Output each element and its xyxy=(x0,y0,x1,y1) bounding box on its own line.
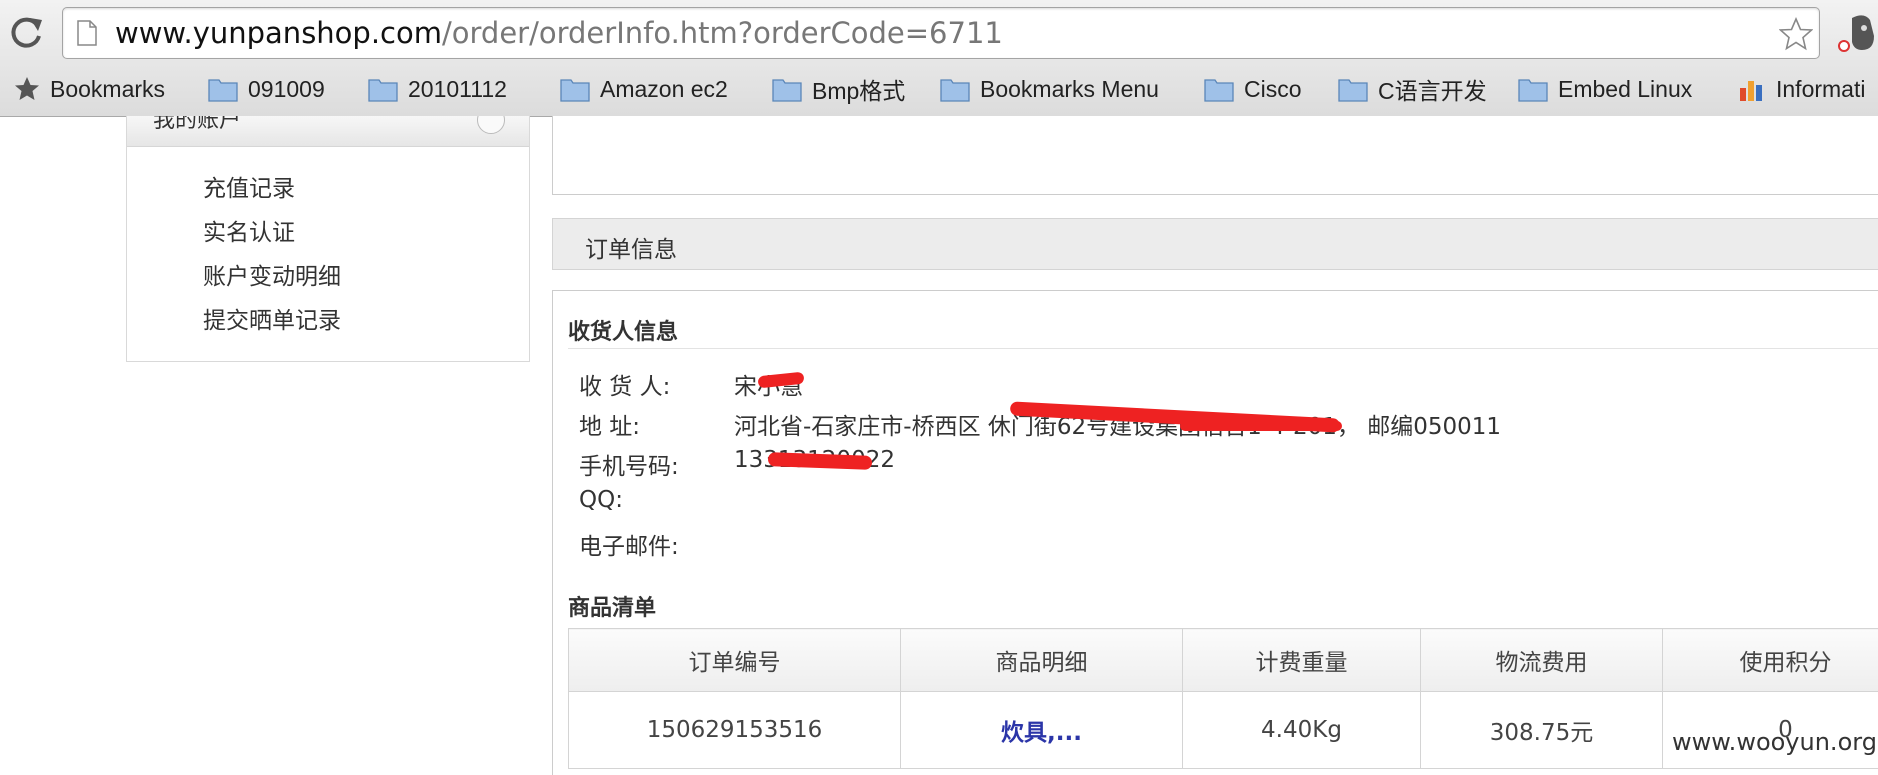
bookmark-folder-bmp[interactable]: Bmp格式 xyxy=(772,72,905,106)
sidebar-title: 我的账户 xyxy=(153,116,241,134)
sidebar-link-share-records[interactable]: 提交晒单记录 xyxy=(203,301,341,335)
folder-icon xyxy=(368,76,398,102)
bookmark-folder-bookmarks-menu[interactable]: Bookmarks Menu xyxy=(940,72,1159,106)
previous-section-box xyxy=(552,116,1878,195)
folder-icon xyxy=(208,76,238,102)
address-bar[interactable]: www.yunpanshop.com/order/orderInfo.htm?o… xyxy=(62,7,1820,59)
bookmark-folder-091009[interactable]: 091009 xyxy=(208,72,325,106)
order-number-cell: 150629153516 xyxy=(569,692,901,769)
bookmark-information[interactable]: Informati xyxy=(1738,72,1865,106)
table-header-row: 订单编号 商品明细 计费重量 物流费用 使用积分 xyxy=(569,629,1878,692)
folder-icon xyxy=(560,76,590,102)
weight-cell: 4.40Kg xyxy=(1183,692,1421,769)
bookmark-folder-c-dev[interactable]: C语言开发 xyxy=(1338,72,1487,106)
browser-toolbar: www.yunpanshop.com/order/orderInfo.htm?o… xyxy=(0,0,1878,117)
shipping-fee-cell: 308.75元 xyxy=(1421,692,1663,769)
bookmark-folder-cisco[interactable]: Cisco xyxy=(1204,72,1302,106)
recipient-name-label: 收 货 人: xyxy=(579,367,670,401)
email-label: 电子邮件: xyxy=(579,527,679,561)
collapse-icon[interactable] xyxy=(477,116,505,134)
folder-icon xyxy=(1338,76,1368,102)
bookmarks-bar: Bookmarks 091009 20101112 Amazon ec2 Bmp… xyxy=(0,68,1878,110)
folder-icon xyxy=(772,76,802,102)
recipient-heading: 收货人信息 xyxy=(568,314,678,346)
bookmark-star-icon[interactable] xyxy=(1779,17,1813,51)
bookmark-bookmarks[interactable]: Bookmarks xyxy=(14,72,165,106)
chart-icon xyxy=(1738,76,1766,102)
url-text[interactable]: www.yunpanshop.com/order/orderInfo.htm?o… xyxy=(115,16,1003,50)
reload-icon[interactable] xyxy=(6,12,46,52)
bookmark-folder-20101112[interactable]: 20101112 xyxy=(368,72,507,106)
folder-icon xyxy=(1204,76,1234,102)
account-sidebar: 我的账户 充值记录 实名认证 账户变动明细 提交晒单记录 xyxy=(126,116,530,362)
col-goods-detail: 商品明细 xyxy=(901,629,1183,692)
goods-heading: 商品清单 xyxy=(568,590,656,622)
sidebar-link-recharge[interactable]: 充值记录 xyxy=(203,169,295,203)
order-info-header: 订单信息 xyxy=(552,218,1878,270)
address-label: 地 址: xyxy=(579,407,640,441)
sidebar-header: 我的账户 xyxy=(127,116,529,147)
sidebar-link-account-changes[interactable]: 账户变动明细 xyxy=(203,257,341,291)
col-order-number: 订单编号 xyxy=(569,629,901,692)
url-path: /order/orderInfo.htm?orderCode=6711 xyxy=(442,16,1003,50)
folder-icon xyxy=(1518,76,1548,102)
bookmark-folder-embed-linux[interactable]: Embed Linux xyxy=(1518,72,1692,106)
col-weight: 计费重量 xyxy=(1183,629,1421,692)
star-icon xyxy=(14,76,40,102)
redaction-mark xyxy=(1180,421,1342,431)
watermark-text: www.wooyun.org xyxy=(1672,728,1877,756)
evernote-extension-icon[interactable] xyxy=(1844,14,1878,54)
sidebar-link-verification[interactable]: 实名认证 xyxy=(203,213,295,247)
bookmark-folder-amazon-ec2[interactable]: Amazon ec2 xyxy=(560,72,728,106)
goods-detail-link[interactable]: 炊具,... xyxy=(901,692,1183,769)
page-icon xyxy=(77,20,97,46)
order-info-title: 订单信息 xyxy=(585,230,677,264)
qq-label: QQ: xyxy=(579,487,623,513)
col-points-used: 使用积分 xyxy=(1663,629,1878,692)
phone-label: 手机号码: xyxy=(579,447,679,481)
url-host: www.yunpanshop.com xyxy=(115,16,442,50)
folder-icon xyxy=(940,76,970,102)
divider xyxy=(568,348,1878,349)
col-shipping-fee: 物流费用 xyxy=(1421,629,1663,692)
